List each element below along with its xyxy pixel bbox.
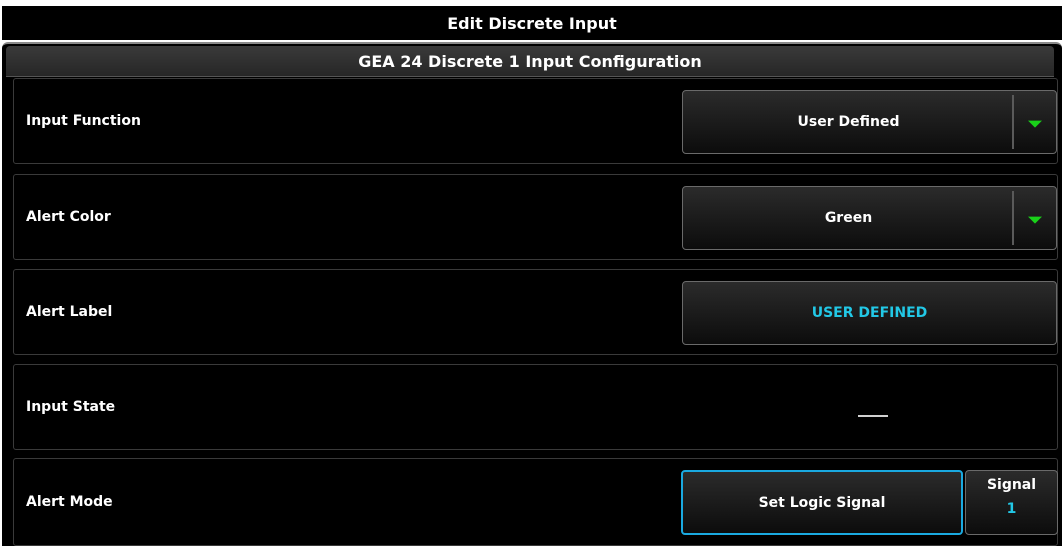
set-logic-signal-button[interactable]: Set Logic Signal <box>681 470 963 535</box>
input-state-label: Input State <box>26 399 116 415</box>
input-state-empty-dash <box>858 415 888 417</box>
alert-color-row: Alert Color Green <box>13 174 1058 260</box>
signal-value: 1 <box>1006 501 1017 517</box>
input-function-row: Input Function User Defined <box>13 78 1058 164</box>
dropdown-separator <box>1012 95 1014 149</box>
chevron-down-icon <box>1028 216 1042 224</box>
alert-label-button[interactable]: USER DEFINED <box>682 281 1057 345</box>
chevron-down-icon <box>1028 120 1042 128</box>
alert-mode-row: Alert Mode Set Logic Signal Signal 1 <box>13 458 1058 546</box>
alert-label-row: Alert Label USER DEFINED <box>13 269 1058 355</box>
input-function-label: Input Function <box>26 113 141 129</box>
signal-selector[interactable]: Signal 1 <box>965 470 1058 535</box>
alert-mode-label: Alert Mode <box>26 494 113 510</box>
input-function-value: User Defined <box>797 114 900 130</box>
window-title: Edit Discrete Input <box>2 6 1062 40</box>
dropdown-separator <box>1012 191 1014 245</box>
alert-label-label: Alert Label <box>26 304 113 320</box>
input-configuration-panel: GEA 24 Discrete 1 Input Configuration In… <box>2 42 1062 546</box>
signal-label: Signal <box>986 477 1037 493</box>
alert-color-value: Green <box>824 210 873 226</box>
input-function-dropdown[interactable]: User Defined <box>682 90 1057 154</box>
edit-discrete-input-screen: Edit Discrete Input GEA 24 Discrete 1 In… <box>0 0 1064 546</box>
alert-color-dropdown[interactable]: Green <box>682 186 1057 250</box>
alert-color-label: Alert Color <box>26 209 111 225</box>
input-state-row: Input State <box>13 364 1058 450</box>
panel-header: GEA 24 Discrete 1 Input Configuration <box>6 46 1054 77</box>
